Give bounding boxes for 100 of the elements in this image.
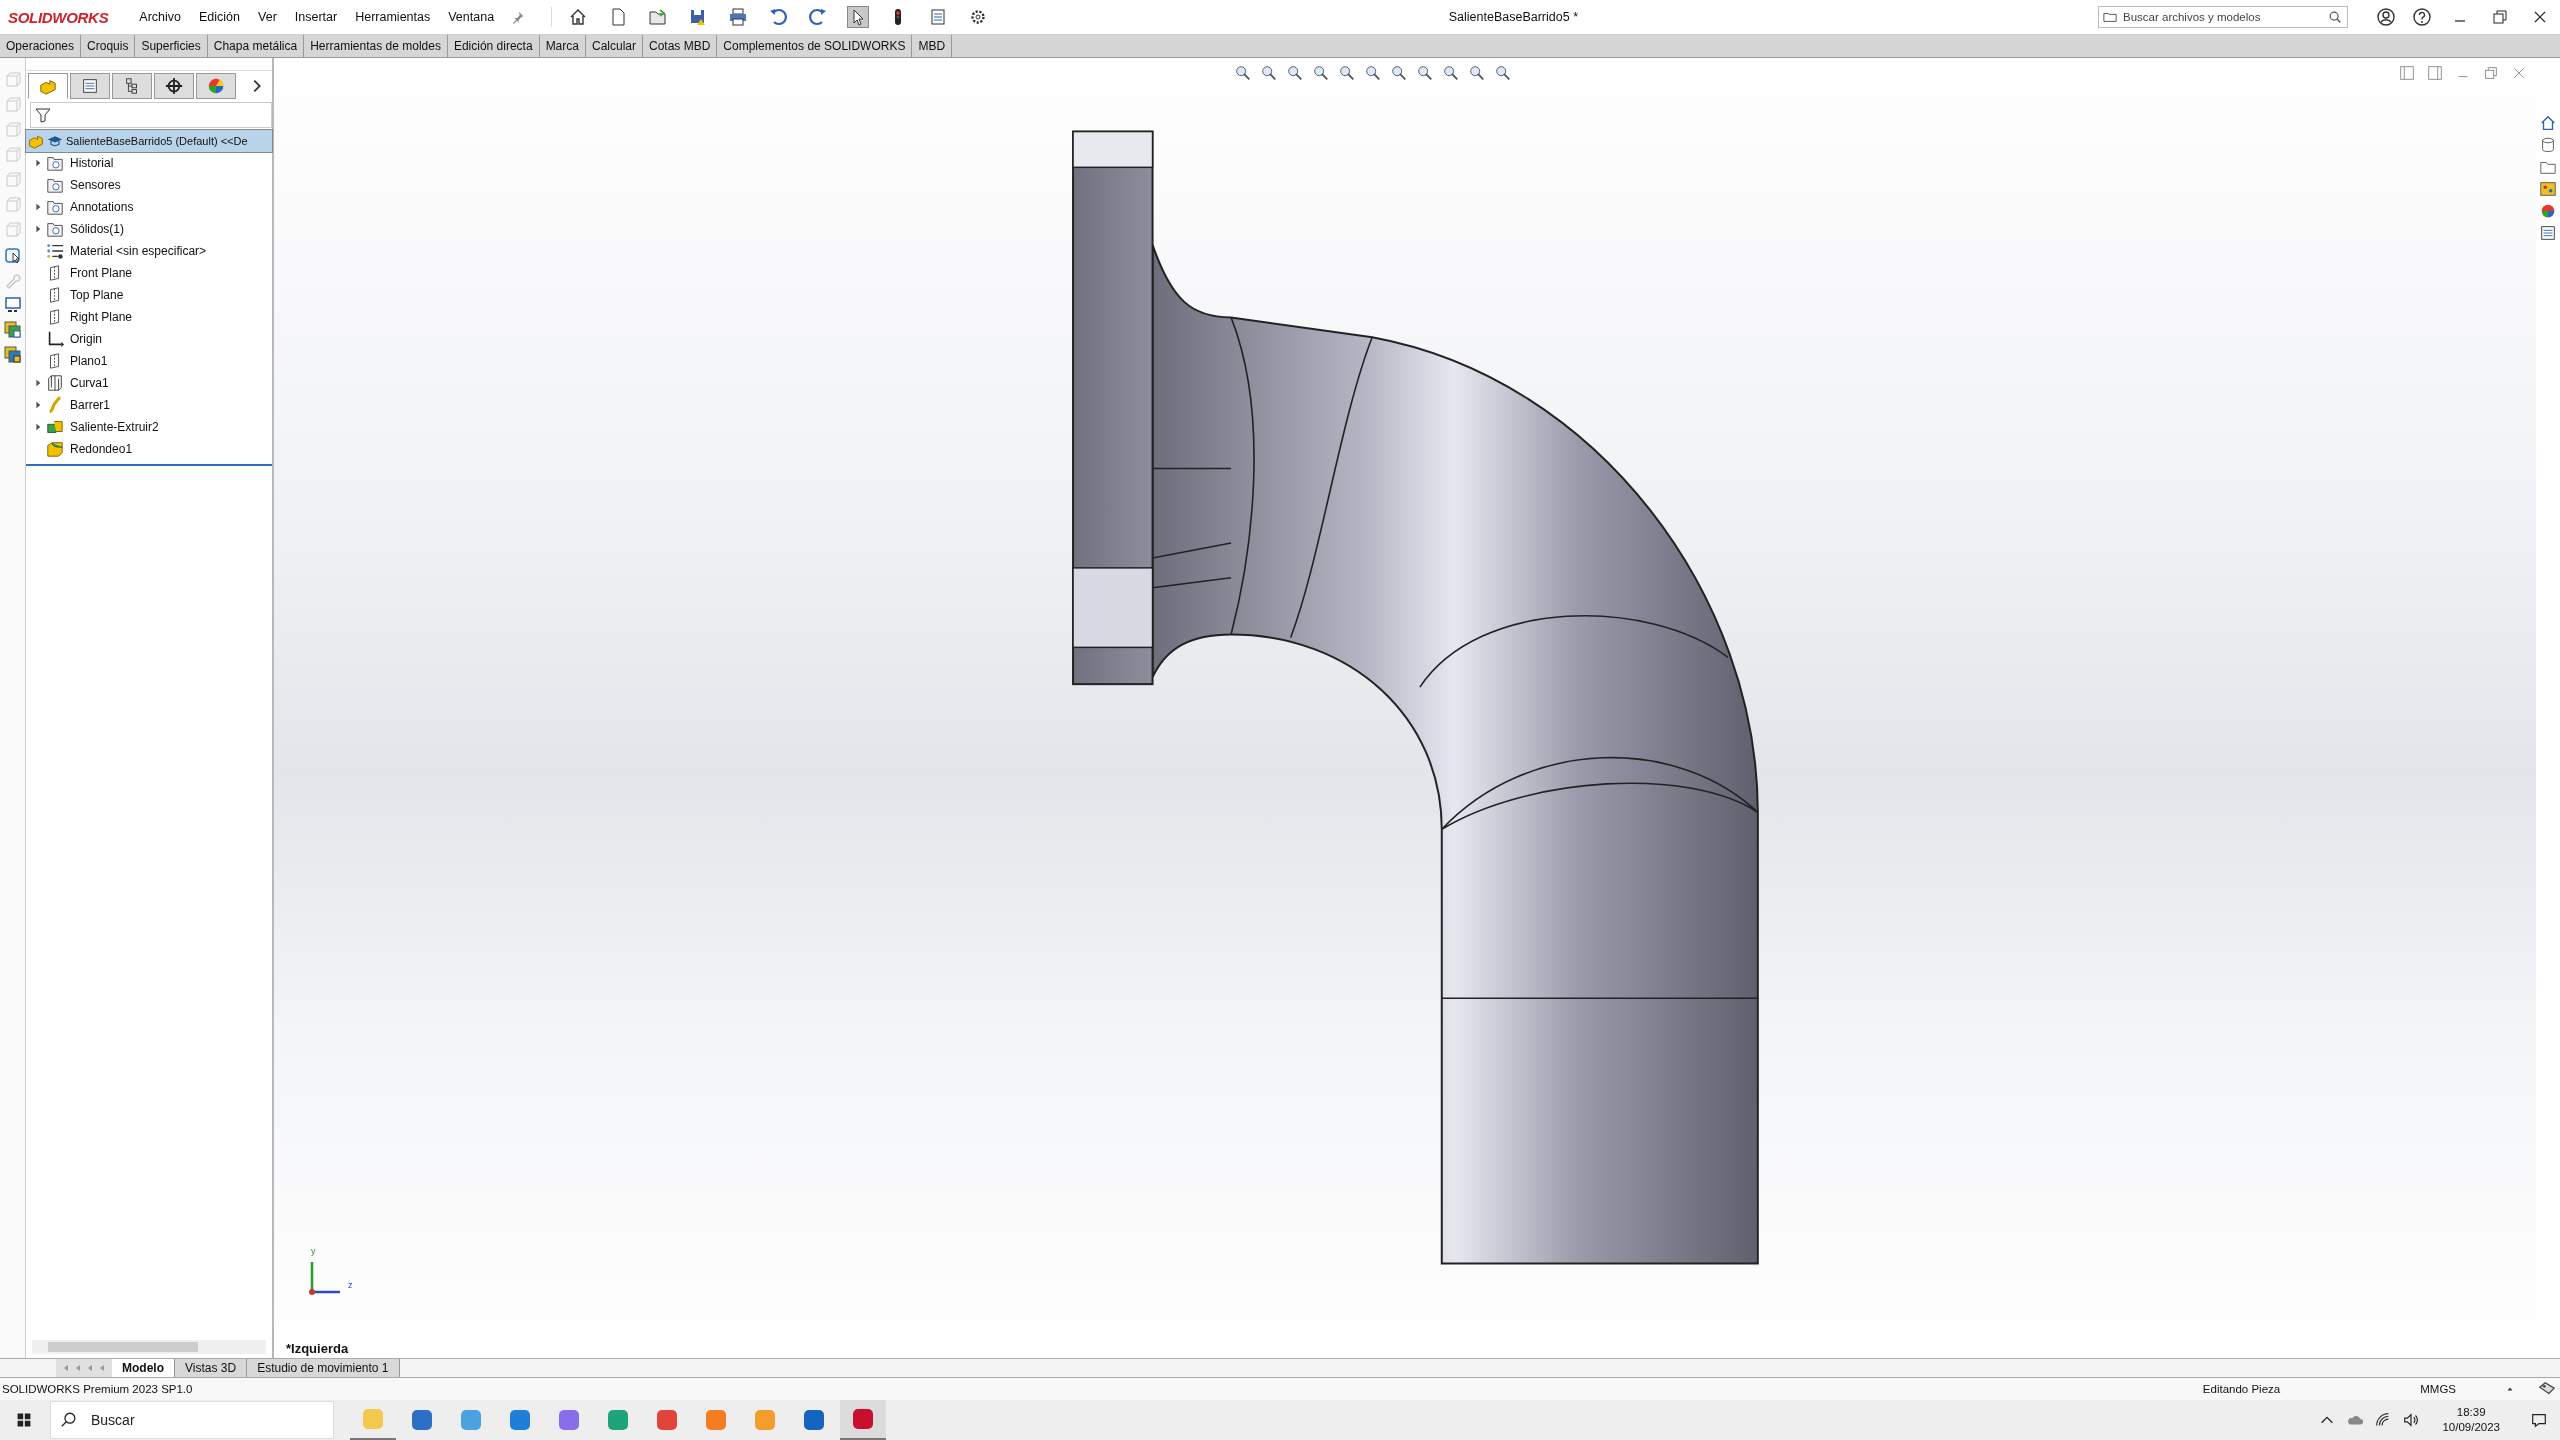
app-icon [851,1407,875,1431]
color-ball-icon [207,77,225,95]
menu-item[interactable]: Ver [258,10,277,24]
fillet-icon [46,440,64,458]
view-tool-icon[interactable] [1494,64,1512,82]
open-folder-icon[interactable] [648,7,669,27]
tree-item[interactable]: Plano1 [26,350,272,372]
view-tab[interactable]: Estudio de movimiento 1 [247,1359,400,1377]
tree-item[interactable]: Redondeo1 [26,438,272,460]
panel-tab[interactable] [154,73,194,99]
tree-item[interactable]: Saliente-Extruir2 [26,416,272,438]
tree-item[interactable]: Front Plane [26,262,272,284]
menu-item[interactable]: Ventana [448,10,495,24]
extrude-icon [46,418,64,436]
tile-left-icon[interactable] [2398,64,2416,82]
property-list-icon[interactable] [2539,224,2557,242]
app-icon [557,1408,581,1432]
view-tab[interactable]: Modelo [112,1359,175,1377]
expand-arrow-icon[interactable] [34,159,42,167]
tree-item[interactable]: Sensores [26,174,272,196]
view-tool-icon[interactable] [1260,64,1278,82]
view-tool-icon[interactable] [1286,64,1304,82]
filter-field[interactable] [30,102,272,128]
edit-mode-status: Editando Pieza [2202,1383,2281,1395]
tree-item[interactable]: Historial [26,152,272,174]
palette-icon[interactable] [2539,180,2557,198]
axis-label: y [311,1246,316,1256]
pin-icon[interactable] [511,10,526,24]
tree-item[interactable]: Right Plane [26,306,272,328]
color-ball-icon[interactable] [2539,202,2557,220]
speaker-icon[interactable] [2402,1411,2421,1429]
search-icon[interactable] [2328,10,2342,24]
tree-item[interactable]: Annotations [26,196,272,218]
taskbar-search-field[interactable]: Buscar [50,1401,334,1439]
view-tool-icon[interactable] [1312,64,1330,82]
folder-icon [46,198,64,216]
app-icon [704,1408,728,1432]
layers-icon[interactable] [2,345,23,365]
view-tool-icon[interactable] [1390,64,1408,82]
notification-icon[interactable] [2530,1411,2548,1429]
view-tab[interactable]: Vistas 3D [175,1359,248,1377]
undo-icon[interactable] [768,7,789,27]
clock-time[interactable]: 18:39 [2456,1405,2486,1420]
database-icon[interactable] [2539,136,2557,154]
material-icon [46,242,64,260]
tree-item[interactable]: SalienteBaseBarrido5 (Default) <<De [26,130,272,152]
units-selector[interactable]: MMGS [2420,1383,2456,1395]
filter-icon [35,107,51,123]
view-tool-icon[interactable] [1234,64,1252,82]
view-tool-icon[interactable] [1338,64,1356,82]
view-tool-icon[interactable] [1468,64,1486,82]
sketch-pointer-icon[interactable] [2,245,23,265]
horizontal-scrollbar[interactable] [32,1340,266,1354]
layers-icon[interactable] [2,320,23,340]
tree-item[interactable]: Origin [26,328,272,350]
helix-box-icon [46,374,64,392]
property-list-icon [81,77,99,95]
expand-arrow-icon[interactable] [34,401,42,409]
folder-icon [46,154,64,172]
print-icon[interactable] [728,7,749,27]
windows-start-icon[interactable] [16,1412,32,1428]
panel-tab[interactable] [70,73,110,99]
app-icon [753,1408,777,1432]
panel-tab[interactable] [112,73,152,99]
menu-item[interactable]: Archivo [139,10,182,24]
folder-icon [46,220,64,238]
taskbar-app-button[interactable] [840,1400,886,1440]
search-field[interactable]: Buscar archivos y modelos [2098,6,2348,28]
pointer-icon[interactable] [848,7,869,27]
monitor-icon[interactable] [2,295,23,315]
menu-item[interactable]: Herramientas [355,10,431,24]
app-icon [802,1408,826,1432]
expand-arrow-icon[interactable] [34,379,42,387]
menu-item[interactable]: Edición [199,10,241,24]
tree-item[interactable]: Top Plane [26,284,272,306]
user-icon[interactable] [2376,7,2396,27]
tree-item[interactable]: Barrer1 [26,394,272,416]
help-icon[interactable] [2412,7,2432,27]
home-icon[interactable] [2539,114,2557,132]
tree-item[interactable]: Sólidos(1) [26,218,272,240]
view-tool-icon[interactable] [1442,64,1460,82]
menu-item[interactable]: Insertar [294,10,338,24]
crosshair-icon [165,77,183,95]
tile-right-icon[interactable] [2426,64,2444,82]
tree-item[interactable]: Curva1 [26,372,272,394]
clock-date[interactable]: 10/09/2023 [2442,1420,2500,1435]
expand-arrow-icon[interactable] [34,225,42,233]
part-icon [39,77,57,95]
caret-icon[interactable] [2506,1385,2514,1393]
restore-icon[interactable] [2490,7,2510,27]
expand-arrow-icon[interactable] [34,203,42,211]
view-tool-icon[interactable] [1416,64,1434,82]
app-logo: SOLIDWORKS [8,8,109,26]
graduation-cap-icon [47,133,63,149]
tree-item[interactable]: Material <sin especificar> [26,240,272,262]
expand-arrow-icon[interactable] [34,423,42,431]
origin-axes-icon [46,330,64,348]
view-tool-icon[interactable] [1364,64,1382,82]
view-orientation-label: *Izquierda [286,1341,349,1356]
product-version: SOLIDWORKS Premium 2023 SP1.0 [2,1383,193,1395]
